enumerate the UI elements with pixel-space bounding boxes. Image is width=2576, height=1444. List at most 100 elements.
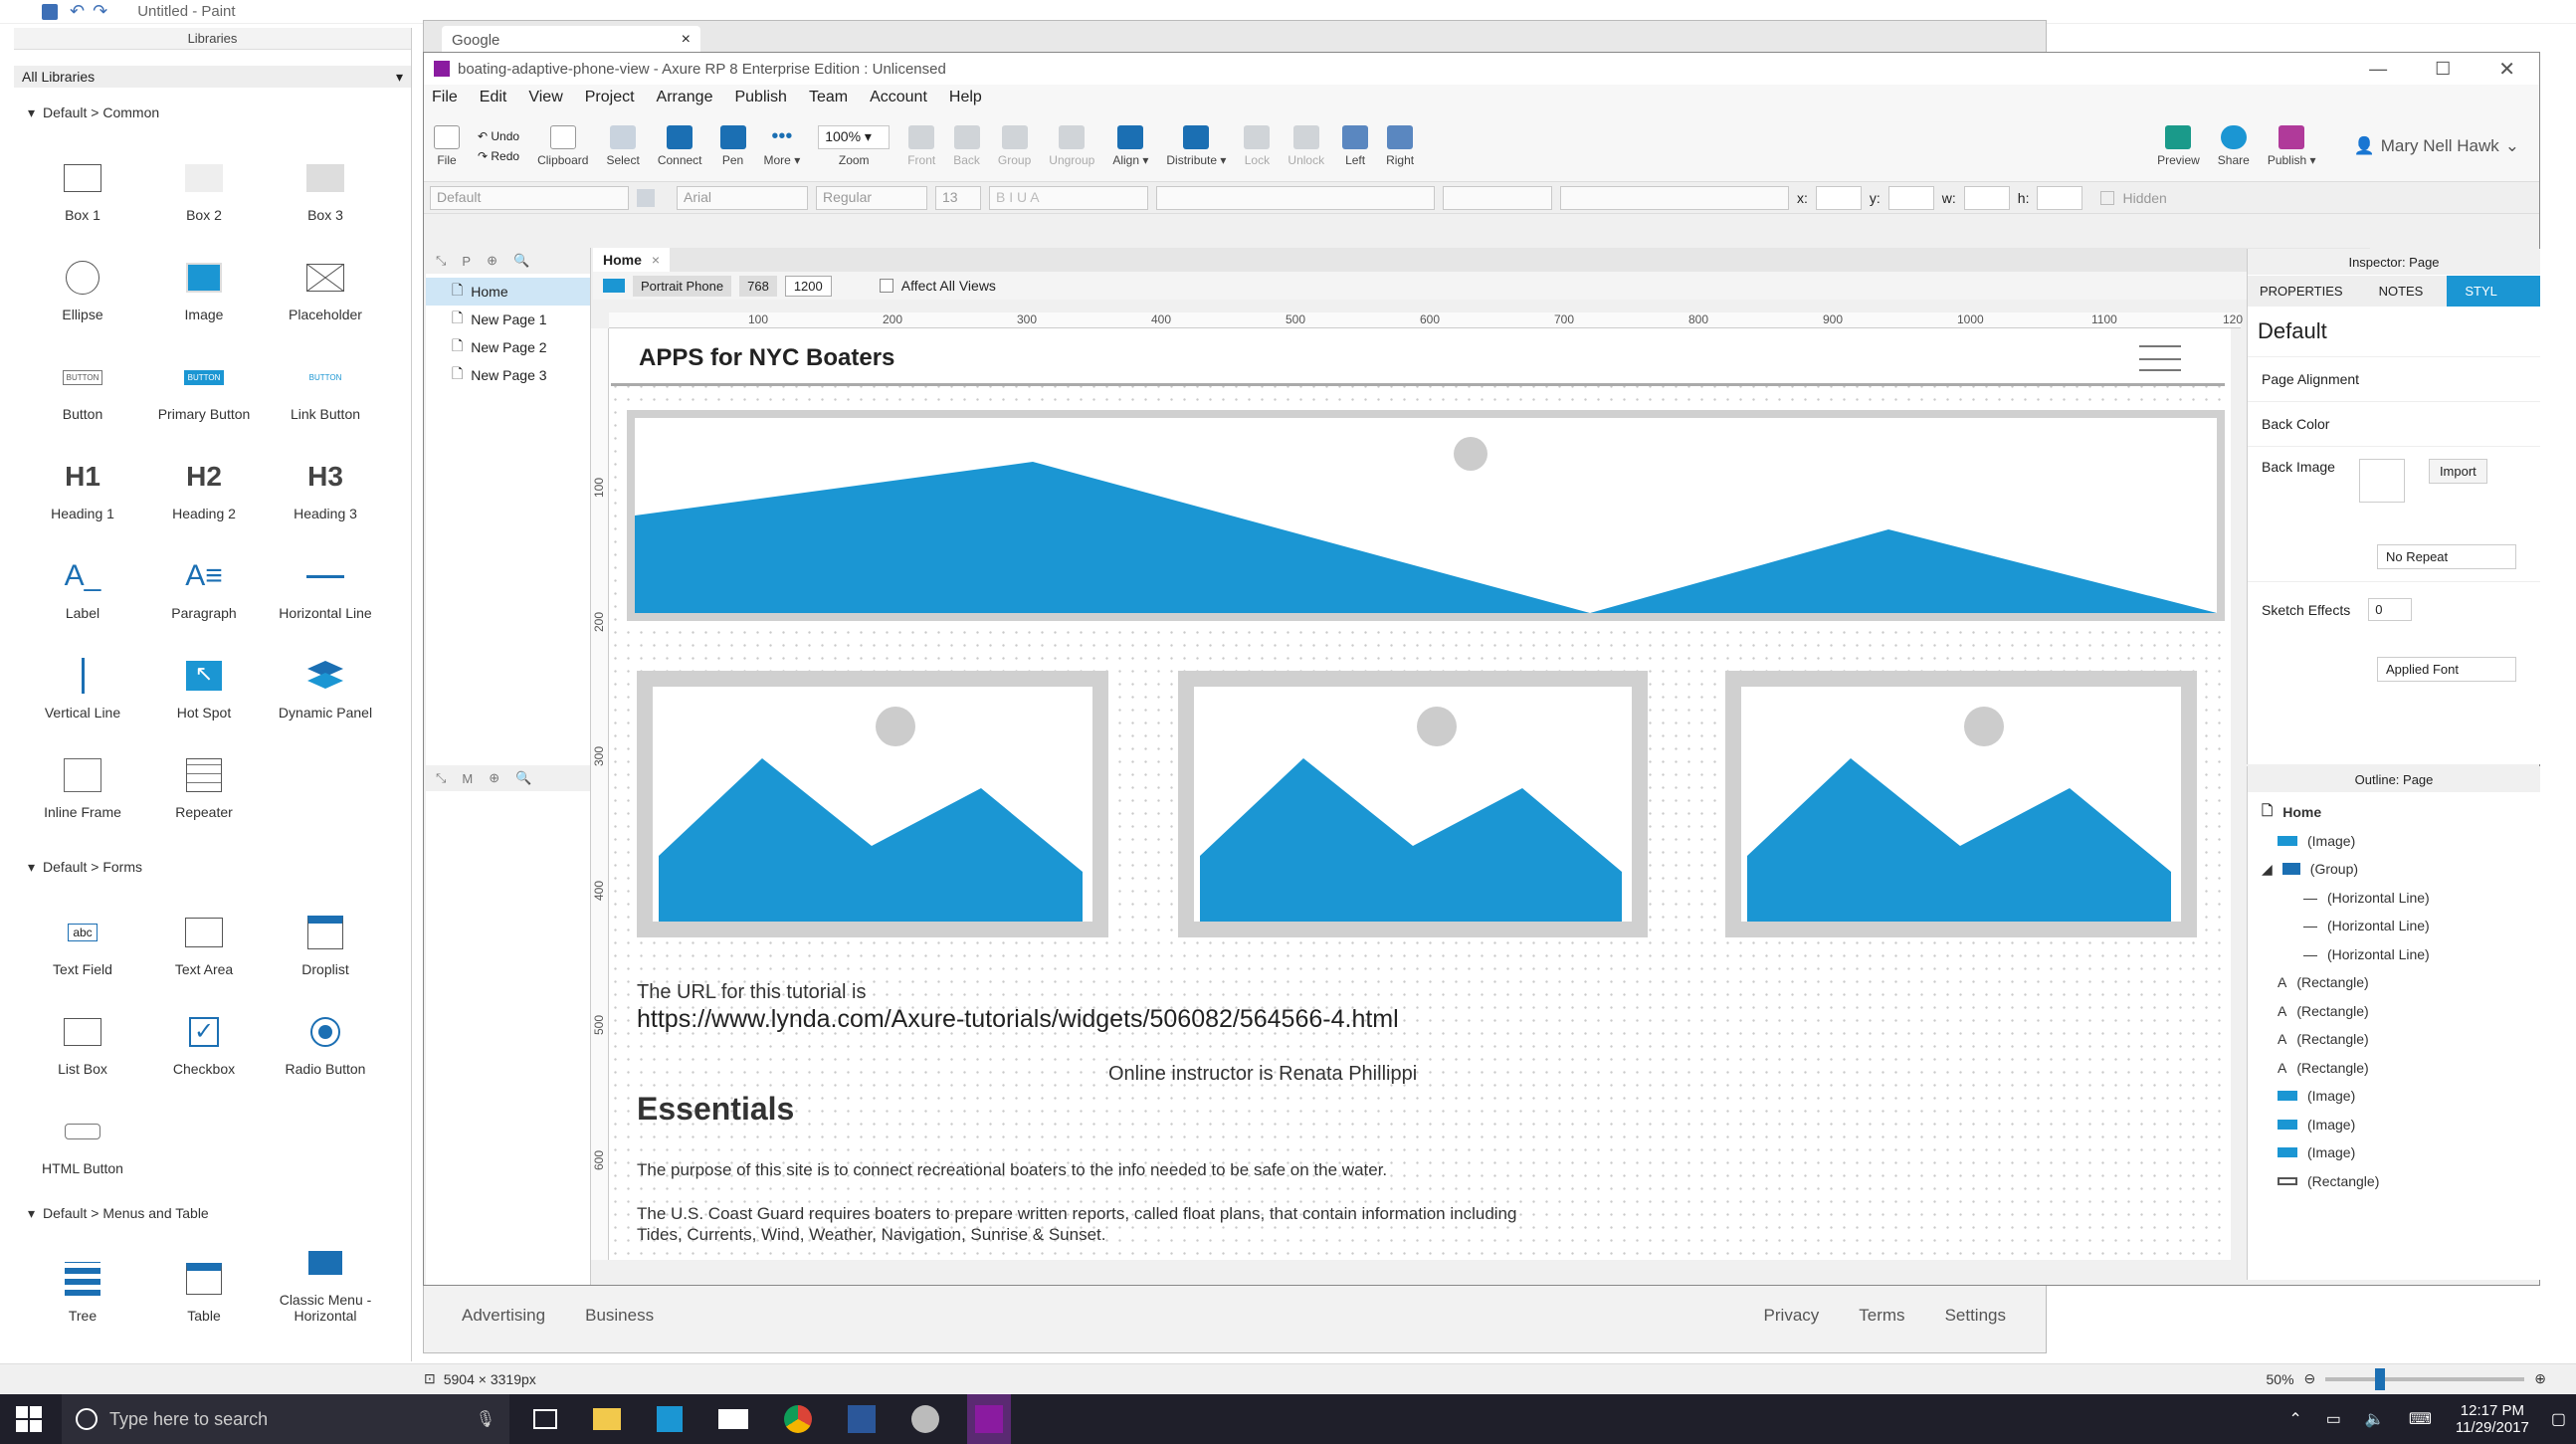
lock-button[interactable]: Lock — [1244, 124, 1271, 167]
left-pane-button[interactable]: Left — [1342, 124, 1369, 167]
unlock-button[interactable]: Unlock — [1288, 124, 1324, 167]
clock[interactable]: 12:17 PM 11/29/2017 — [2456, 1402, 2529, 1436]
library-selector[interactable]: All Libraries ▾ — [14, 66, 411, 88]
add-folder-icon[interactable]: ⊕ — [487, 253, 497, 269]
widget-vertical-line[interactable]: Vertical Line — [22, 627, 143, 726]
header-bar[interactable]: APPS for NYC Boaters — [611, 332, 2225, 386]
widget-tree[interactable]: Tree — [22, 1230, 143, 1330]
widget-checkbox[interactable]: ✓ Checkbox — [143, 983, 265, 1083]
image-card-3[interactable] — [1725, 671, 2197, 937]
tab-notes[interactable]: NOTES — [2354, 275, 2448, 307]
section-forms-header[interactable]: ▾ Default > Forms — [14, 850, 411, 884]
text-style-buttons[interactable]: B I U A — [989, 185, 1148, 210]
coast-guard-paragraph-line2[interactable]: Tides, Currents, Wind, Weather, Navigati… — [637, 1225, 1106, 1245]
minimize-icon[interactable]: — — [2369, 59, 2387, 80]
network-icon[interactable]: ▭ — [2326, 1409, 2341, 1429]
undo-icon[interactable]: ↶ — [70, 1, 85, 22]
sketch-input[interactable]: 0 — [2368, 598, 2413, 621]
widget-primary-button[interactable]: BUTTON Primary Button — [143, 328, 265, 428]
outline-item[interactable]: — (Horizontal Line) — [2248, 884, 2540, 913]
widget-text-area[interactable]: Text Area — [143, 884, 265, 983]
image-card-2[interactable] — [1178, 671, 1648, 937]
menu-arrange[interactable]: Arrange — [657, 89, 713, 106]
add-page-icon[interactable]: P — [462, 254, 471, 269]
notifications-icon[interactable]: ▢ — [2551, 1409, 2566, 1429]
outline-item[interactable]: — (Horizontal Line) — [2248, 940, 2540, 969]
widget-inline-frame[interactable]: Inline Frame — [22, 726, 143, 826]
menu-team[interactable]: Team — [809, 89, 848, 106]
zoom-slider[interactable] — [2325, 1367, 2525, 1390]
save-icon[interactable] — [42, 3, 58, 20]
menu-project[interactable]: Project — [585, 89, 635, 106]
url-label-text[interactable]: The URL for this tutorial is — [637, 981, 866, 1004]
widget-link-button[interactable]: BUTTON Link Button — [265, 328, 386, 428]
widget-label[interactable]: A_ Label — [22, 527, 143, 627]
import-button[interactable]: Import — [2428, 459, 2487, 484]
purpose-paragraph[interactable]: The purpose of this site is to connect r… — [637, 1160, 1387, 1180]
outline-item[interactable]: A (Rectangle) — [2248, 1025, 2540, 1054]
section-common-header[interactable]: ▾ Default > Common — [14, 96, 411, 129]
redo-button[interactable]: ↷ Redo — [478, 149, 519, 163]
outline-item[interactable]: (Image) — [2248, 1111, 2540, 1139]
widget-box-1[interactable]: Box 1 — [22, 129, 143, 229]
keyboard-icon[interactable]: ⌨ — [2409, 1409, 2432, 1429]
search-icon[interactable]: 🔍 — [515, 770, 531, 786]
store-icon[interactable] — [657, 1406, 683, 1432]
preview-button[interactable]: Preview — [2157, 124, 2200, 167]
applied-font-input[interactable]: Applied Font — [2377, 657, 2516, 682]
zoom-in-icon[interactable]: ⊕ — [2534, 1370, 2546, 1387]
axure-app-icon[interactable] — [967, 1394, 1011, 1444]
right-pane-button[interactable]: Right — [1386, 124, 1414, 167]
close-icon[interactable]: × — [652, 252, 660, 268]
w-input[interactable] — [1963, 185, 2010, 210]
select-button[interactable]: Select — [606, 124, 640, 167]
menu-account[interactable]: Account — [870, 89, 927, 106]
view-1200[interactable]: 1200 — [784, 275, 832, 297]
tab-home[interactable]: Home × — [593, 248, 671, 272]
user-menu[interactable]: 👤 Mary Nell Hawk ⌄ — [2354, 136, 2519, 156]
redo-icon[interactable]: ↷ — [93, 1, 107, 22]
menu-view[interactable]: View — [528, 89, 562, 106]
distribute-button[interactable]: Distribute ▾ — [1166, 124, 1226, 167]
close-icon[interactable]: ✕ — [2498, 57, 2515, 82]
word-icon[interactable] — [848, 1405, 876, 1433]
outline-item[interactable]: — (Horizontal Line) — [2248, 912, 2540, 940]
zoom-control[interactable]: 100% ▾ Zoom — [818, 124, 891, 167]
h-input[interactable] — [2037, 185, 2083, 210]
widget-hot-spot[interactable]: ↖ Hot Spot — [143, 627, 265, 726]
widget-list-box[interactable]: List Box — [22, 983, 143, 1083]
chrome-icon[interactable] — [784, 1405, 812, 1433]
widget-repeater[interactable]: Repeater — [143, 726, 265, 826]
menu-file[interactable]: File — [432, 89, 458, 106]
widget-dynamic-panel[interactable]: Dynamic Panel — [265, 627, 386, 726]
weight-select[interactable]: Regular — [816, 185, 927, 210]
hero-image[interactable] — [627, 410, 2225, 621]
paint-app-icon[interactable] — [911, 1405, 939, 1433]
page-item-1[interactable]: 🗋 New Page 1 — [426, 306, 590, 333]
zoom-out-icon[interactable]: ⊖ — [2304, 1370, 2316, 1387]
menu-publish[interactable]: Publish — [734, 89, 786, 106]
style-name[interactable]: Default — [2248, 307, 2540, 356]
align-buttons[interactable] — [1156, 185, 1435, 210]
footer-settings[interactable]: Settings — [1945, 1306, 2006, 1326]
outline-item[interactable]: (Image) — [2248, 1082, 2540, 1111]
publish-button[interactable]: Publish ▾ — [2268, 124, 2316, 167]
add-master-icon[interactable]: ⊕ — [489, 770, 499, 786]
widget-paragraph[interactable]: A≡ Paragraph — [143, 527, 265, 627]
y-input[interactable] — [1887, 185, 1934, 210]
maximize-icon[interactable]: ☐ — [2435, 59, 2451, 80]
pen-button[interactable]: Pen — [719, 124, 746, 167]
outline-item[interactable]: (Image) — [2248, 1138, 2540, 1167]
widget-horizontal-line[interactable]: Horizontal Line — [265, 527, 386, 627]
outline-item-group[interactable]: ◢ (Group) — [2248, 855, 2540, 884]
tab-properties[interactable]: PROPERTIES — [2248, 275, 2355, 307]
back-image-swatch[interactable] — [2358, 459, 2405, 503]
mail-icon[interactable] — [718, 1409, 748, 1429]
page-item-3[interactable]: 🗋 New Page 3 — [426, 361, 590, 389]
url-text[interactable]: https://www.lynda.com/Axure-tutorials/wi… — [637, 1005, 1399, 1034]
fill-buttons[interactable] — [1443, 185, 1552, 210]
widget-heading-2[interactable]: H2 Heading 2 — [143, 428, 265, 527]
front-button[interactable]: Front — [907, 124, 935, 167]
font-select[interactable]: Arial — [677, 185, 808, 210]
widget-placeholder[interactable]: Placeholder — [265, 229, 386, 328]
